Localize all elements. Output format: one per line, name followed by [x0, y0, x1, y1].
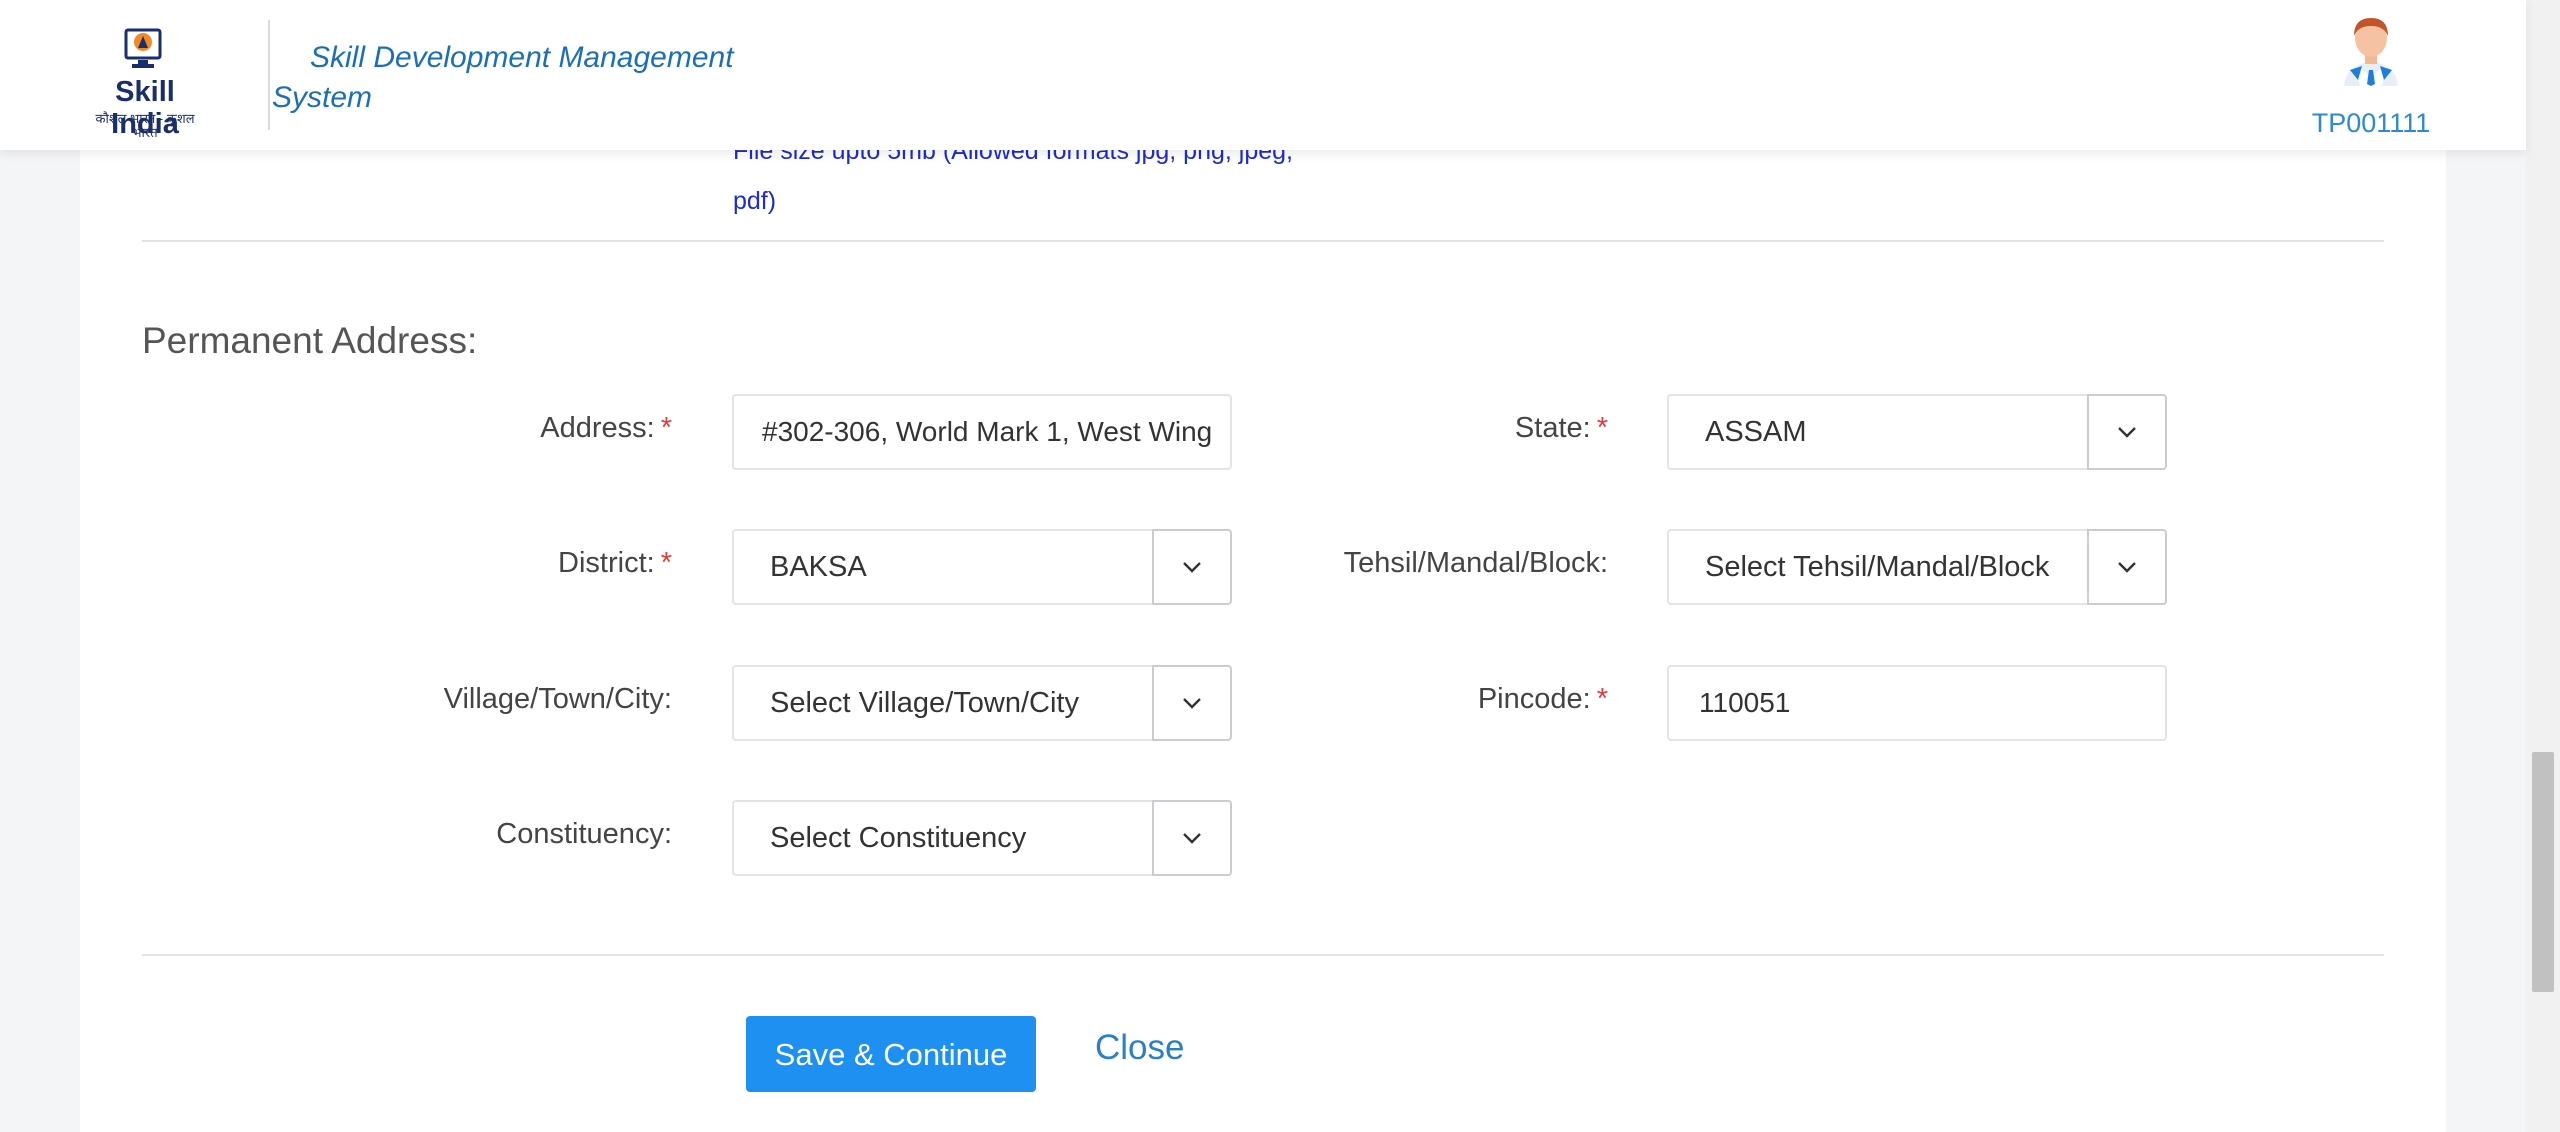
app-header: Skill India कौशल भारत - कुशल भारत Skill …	[0, 0, 2526, 150]
village-dropdown-button[interactable]	[1152, 665, 1232, 741]
chevron-down-icon	[2118, 427, 2136, 438]
village-label: Village/Town/City:	[443, 683, 672, 715]
tehsil-select[interactable]: Select Tehsil/Mandal/Block	[1667, 529, 2167, 605]
constituency-label: Constituency:	[496, 818, 672, 850]
district-select-value[interactable]: BAKSA	[732, 529, 1154, 605]
state-label: State: *	[1514, 412, 1608, 444]
header-divider	[268, 20, 270, 130]
section-divider-top	[142, 240, 2384, 242]
pincode-input[interactable]: 110051	[1667, 665, 2167, 741]
chevron-down-icon	[2118, 562, 2136, 573]
skill-india-emblem-icon	[124, 28, 162, 68]
constituency-dropdown-button[interactable]	[1152, 800, 1232, 876]
pincode-label: Pincode: *	[1477, 683, 1608, 715]
village-select[interactable]: Select Village/Town/City	[732, 665, 1232, 741]
state-dropdown-button[interactable]	[2087, 394, 2167, 470]
page-scrollbar[interactable]	[2526, 0, 2560, 1132]
village-select-value[interactable]: Select Village/Town/City	[732, 665, 1154, 741]
district-select[interactable]: BAKSA	[732, 529, 1232, 605]
district-dropdown-button[interactable]	[1152, 529, 1232, 605]
section-title: Permanent Address:	[142, 320, 478, 361]
close-link[interactable]: Close	[1095, 1028, 1184, 1068]
user-id[interactable]: TP001111	[2300, 108, 2442, 139]
district-label: District: *	[558, 547, 672, 579]
constituency-select-value[interactable]: Select Constituency	[732, 800, 1154, 876]
constituency-select[interactable]: Select Constituency	[732, 800, 1232, 876]
chevron-down-icon	[1183, 833, 1201, 844]
section-divider-bottom	[142, 954, 2384, 956]
app-title: Skill Development Management System	[272, 41, 734, 114]
logo-subtext: कौशल भारत - कुशल भारत	[95, 111, 195, 140]
chevron-down-icon	[1183, 698, 1201, 709]
user-avatar-icon[interactable]	[2336, 14, 2406, 86]
tehsil-label: Tehsil/Mandal/Block:	[1343, 547, 1608, 579]
chevron-down-icon	[1183, 562, 1201, 573]
scrollbar-thumb[interactable]	[2532, 752, 2554, 992]
address-label: Address: *	[540, 412, 672, 444]
address-input[interactable]: #302-306, World Mark 1, West Wing	[732, 394, 1232, 470]
skill-india-logo[interactable]: Skill India कौशल भारत - कुशल भारत	[80, 22, 210, 140]
state-select[interactable]: ASSAM	[1667, 394, 2167, 470]
state-select-value[interactable]: ASSAM	[1667, 394, 2089, 470]
save-continue-button[interactable]: Save & Continue	[746, 1016, 1036, 1092]
tehsil-dropdown-button[interactable]	[2087, 529, 2167, 605]
tehsil-select-value[interactable]: Select Tehsil/Mandal/Block	[1667, 529, 2089, 605]
